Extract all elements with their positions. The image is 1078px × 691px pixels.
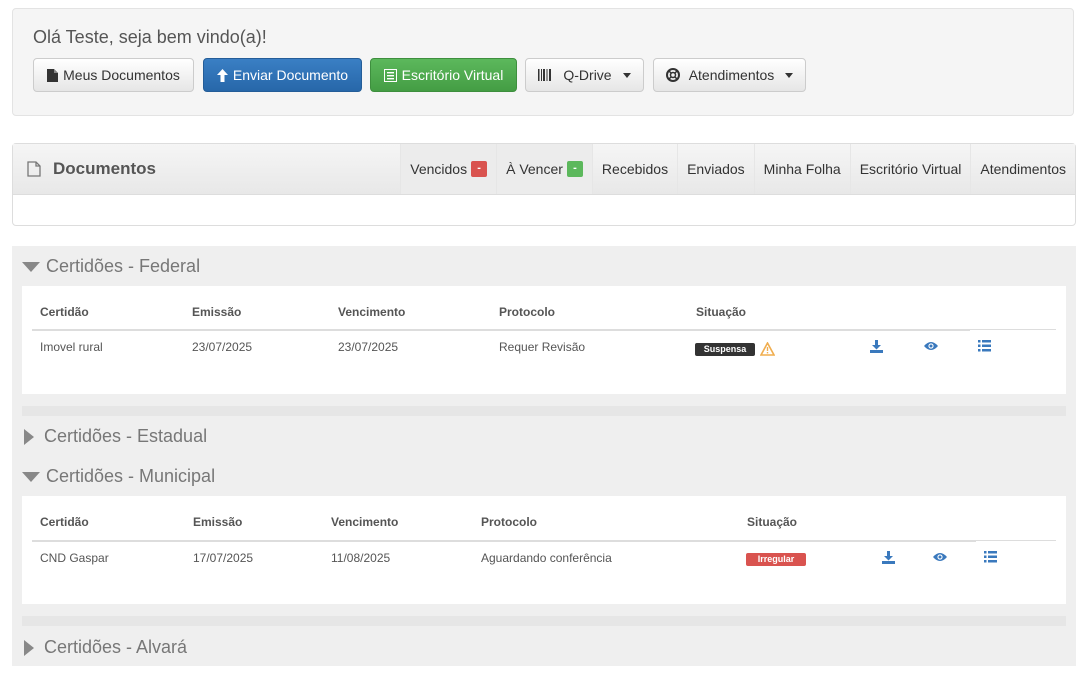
federal-table-card: Certidão Emissão Vencimento Protocolo Si…	[22, 286, 1066, 394]
tab-minha-folha[interactable]: Minha Folha	[753, 144, 850, 194]
section-estadual-toggle[interactable]: Certidões - Estadual	[22, 426, 207, 447]
file-outline-icon	[27, 161, 41, 177]
qdrive-label: Q-Drive	[563, 67, 612, 83]
warning-icon	[760, 342, 775, 356]
enviar-documento-button[interactable]: Enviar Documento	[203, 58, 362, 92]
escritorio-virtual-label: Escritório Virtual	[401, 67, 504, 83]
caret-down-icon	[22, 471, 40, 482]
documents-title-text: Documentos	[53, 159, 156, 178]
tab-a-vencer[interactable]: À Vencer -	[496, 144, 592, 194]
enviar-documento-label: Enviar Documento	[232, 67, 349, 83]
file-icon	[47, 68, 59, 82]
tab-a-vencer-label: À Vencer	[506, 161, 563, 177]
section-federal-toggle[interactable]: Certidões - Federal	[22, 256, 200, 277]
chevron-down-icon	[622, 72, 631, 78]
section-alvara-toggle[interactable]: Certidões - Alvará	[22, 637, 187, 658]
municipal-footer-strip	[22, 616, 1066, 626]
header-divider	[32, 540, 976, 542]
tab-vencidos[interactable]: Vencidos -	[400, 144, 497, 194]
cell-vencimento: 23/07/2025	[338, 340, 399, 354]
section-federal-title: Certidões - Federal	[46, 256, 201, 276]
meus-documentos-label: Meus Documentos	[63, 67, 180, 83]
section-municipal-title: Certidões - Municipal	[46, 466, 216, 486]
column-certidao: Certidão	[40, 515, 89, 529]
column-situacao: Situação	[747, 515, 798, 529]
qdrive-dropdown-button[interactable]: Q-Drive	[525, 58, 644, 92]
upload-arrow-icon	[216, 68, 228, 82]
documents-panel-header: Documentos Vencidos - À Vencer - Recebid…	[13, 144, 1075, 195]
column-emissao: Emissão	[192, 305, 242, 319]
eye-icon[interactable]	[933, 552, 947, 562]
caret-right-icon	[24, 639, 34, 656]
cell-certidao: Imovel rural	[40, 340, 103, 354]
status-badge-suspensa: Suspensa	[695, 343, 755, 356]
barcode-icon	[538, 69, 552, 81]
documents-panel: Documentos Vencidos - À Vencer - Recebid…	[12, 143, 1076, 226]
status-badge-irregular: Irregular	[746, 553, 806, 566]
header-divider	[32, 329, 970, 331]
download-icon[interactable]	[870, 340, 883, 353]
column-certidao: Certidão	[40, 305, 89, 319]
list-icon[interactable]	[984, 551, 997, 563]
caret-down-icon	[22, 261, 40, 272]
tab-vencidos-label: Vencidos	[410, 161, 468, 177]
tab-recebidos[interactable]: Recebidos	[591, 144, 677, 194]
lifebuoy-icon	[665, 68, 680, 82]
header-divider-thin	[970, 329, 1056, 330]
atendimentos-dropdown-button[interactable]: Atendimentos	[653, 58, 806, 92]
cell-emissao: 17/07/2025	[193, 551, 254, 565]
atendimentos-label: Atendimentos	[688, 67, 775, 83]
header-divider-thin	[976, 540, 1056, 541]
cell-certidao: CND Gaspar	[40, 551, 109, 565]
list-box-icon	[383, 68, 397, 82]
list-icon[interactable]	[978, 340, 991, 352]
caret-right-icon	[24, 428, 34, 445]
column-vencimento: Vencimento	[331, 515, 399, 529]
download-icon[interactable]	[882, 551, 895, 564]
tab-escritorio-virtual[interactable]: Escritório Virtual	[849, 144, 971, 194]
chevron-down-icon	[785, 72, 794, 78]
cell-vencimento: 11/08/2025	[331, 551, 391, 565]
escritorio-virtual-button[interactable]: Escritório Virtual	[370, 58, 517, 92]
vencidos-count-badge: -	[471, 161, 488, 177]
column-protocolo: Protocolo	[481, 515, 537, 529]
column-protocolo: Protocolo	[499, 305, 555, 319]
column-situacao: Situação	[696, 305, 747, 319]
a-vencer-count-badge: -	[566, 161, 583, 177]
municipal-table-card: Certidão Emissão Vencimento Protocolo Si…	[22, 496, 1066, 604]
cell-protocolo: Requer Revisão	[499, 340, 586, 354]
eye-icon[interactable]	[924, 341, 938, 351]
greeting-text: Olá Teste, seja bem vindo(a)!	[33, 27, 267, 47]
federal-footer-strip	[22, 406, 1066, 416]
documents-tabs: Vencidos - À Vencer - Recebidos Enviados…	[400, 144, 1075, 194]
section-municipal-toggle[interactable]: Certidões - Municipal	[22, 466, 215, 487]
tab-enviados[interactable]: Enviados	[677, 144, 754, 194]
tab-atendimentos[interactable]: Atendimentos	[970, 144, 1075, 194]
cell-protocolo: Aguardando conferência	[481, 551, 612, 565]
meus-documentos-button[interactable]: Meus Documentos	[33, 58, 194, 92]
documents-title: Documentos	[27, 159, 156, 179]
section-estadual-title: Certidões - Estadual	[44, 426, 208, 446]
cell-emissao: 23/07/2025	[192, 340, 253, 354]
column-vencimento: Vencimento	[338, 305, 406, 319]
section-alvara-title: Certidões - Alvará	[44, 637, 188, 657]
column-emissao: Emissão	[193, 515, 243, 529]
